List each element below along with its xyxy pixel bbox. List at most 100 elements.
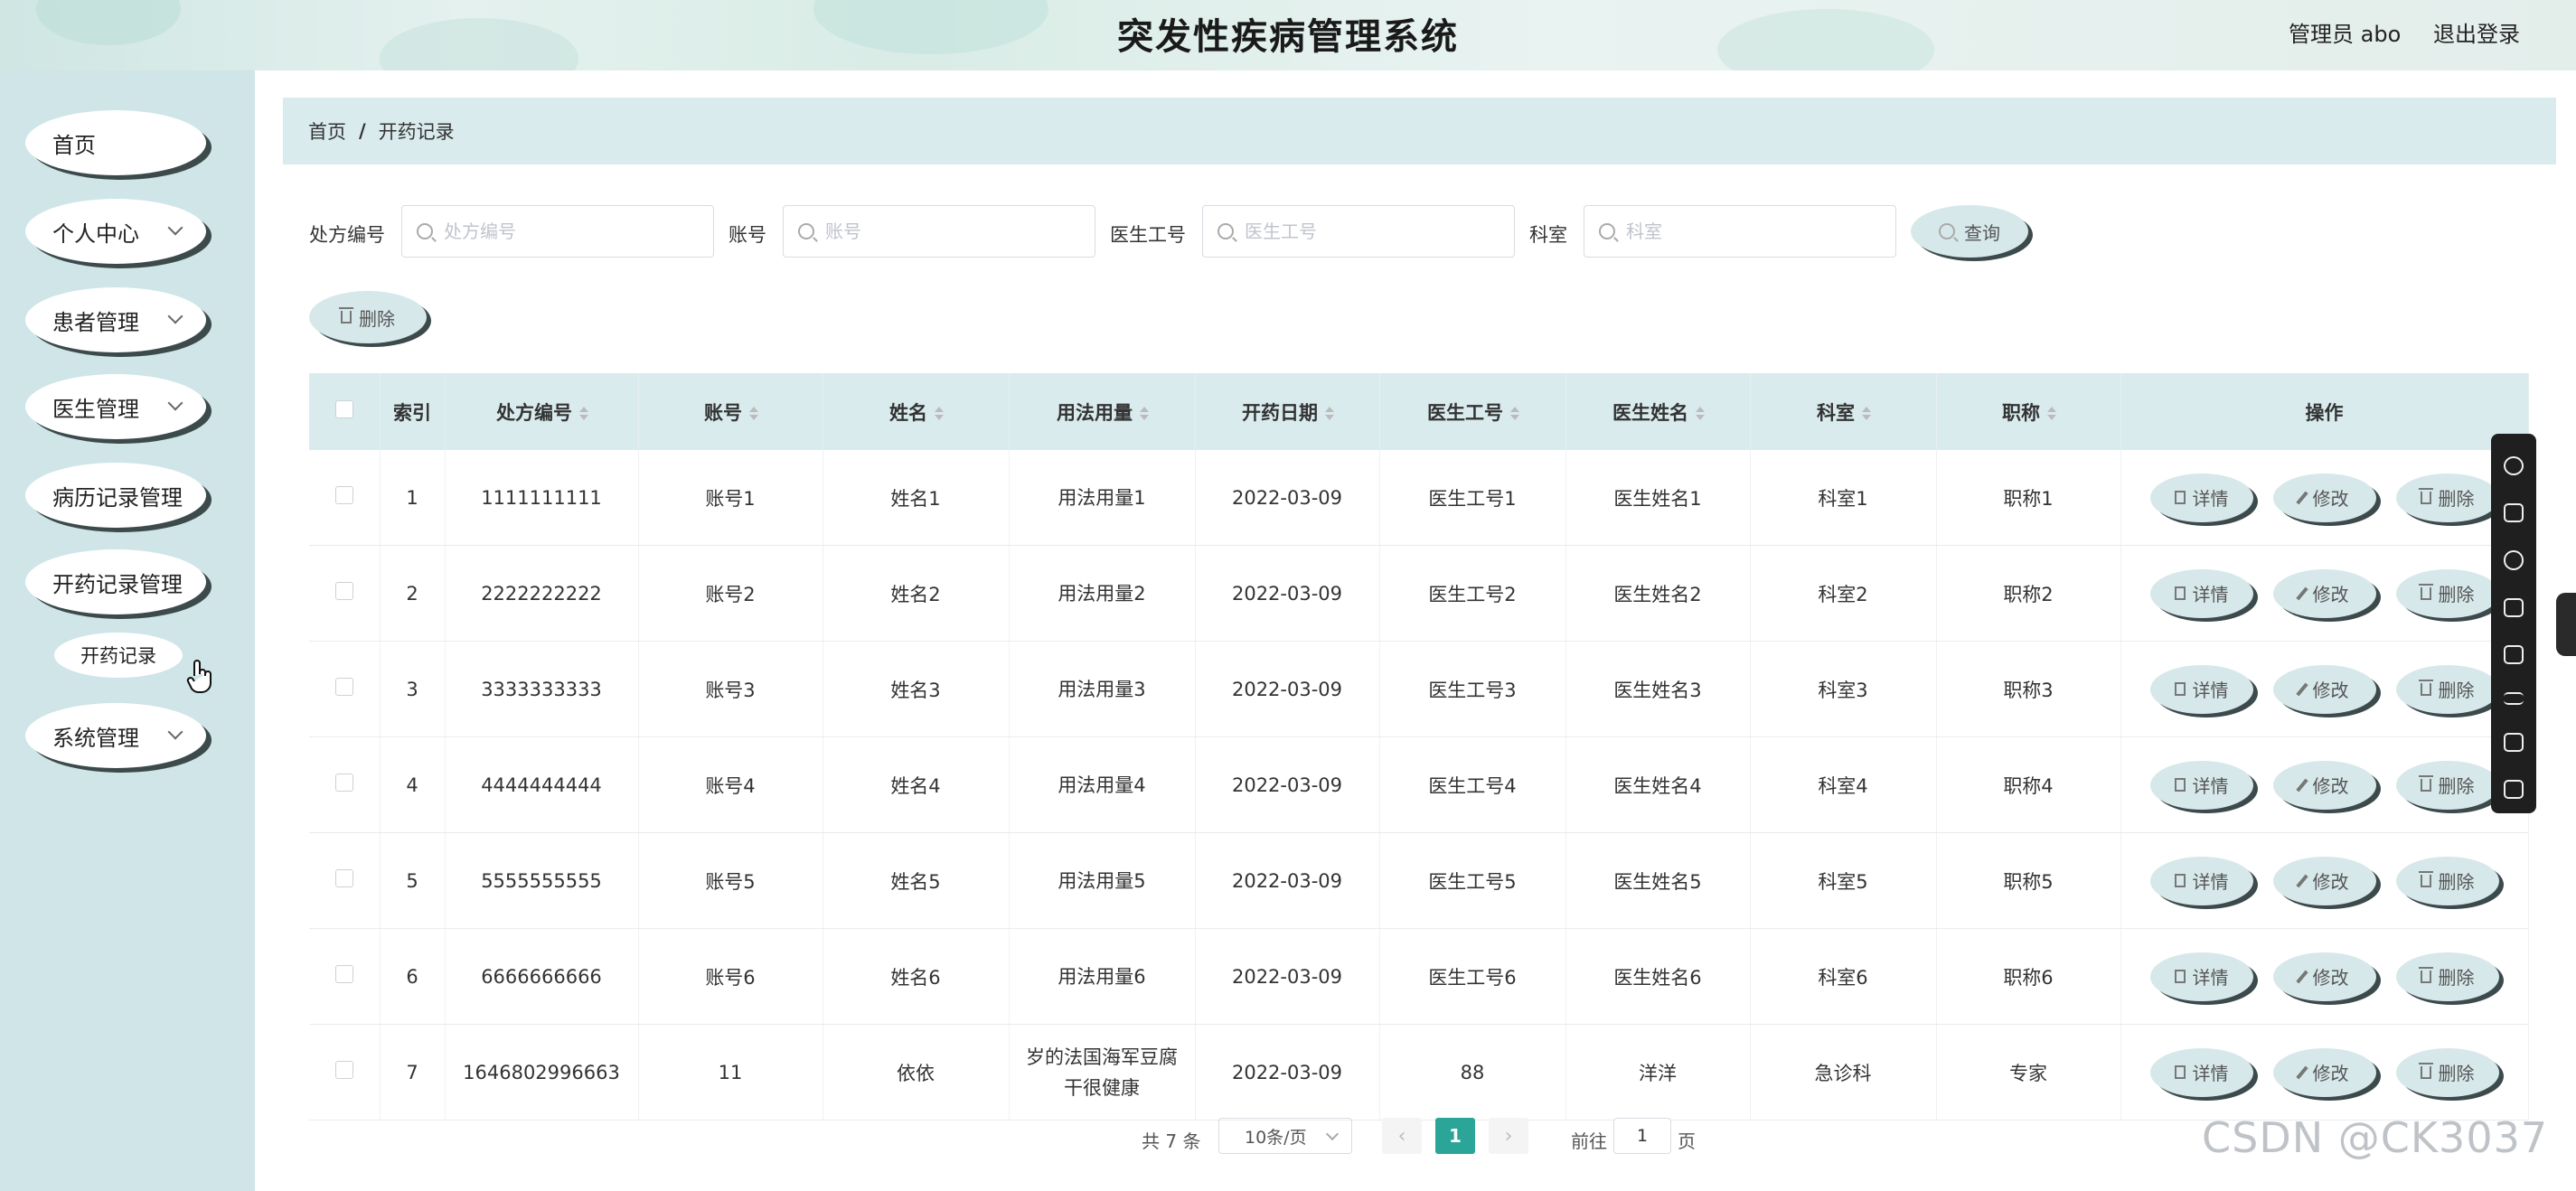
detail-button[interactable]: 详情 bbox=[2149, 473, 2253, 522]
row-checkbox[interactable] bbox=[334, 486, 353, 504]
row-select-cell[interactable] bbox=[309, 641, 381, 737]
trash-icon bbox=[339, 307, 353, 324]
table-row: 1 1111111111 账号1 姓名1 用法用量1 2022-03-09 医生工号1 医生姓… bbox=[309, 450, 2529, 546]
sort-icon[interactable] bbox=[1140, 407, 1147, 420]
search-field-department[interactable] bbox=[1584, 205, 1896, 258]
delete-button[interactable]: 删除 bbox=[2395, 952, 2499, 1001]
edit-button[interactable]: 修改 bbox=[2272, 856, 2376, 905]
row-select-cell[interactable] bbox=[309, 928, 381, 1025]
edit-button[interactable]: 修改 bbox=[2272, 568, 2376, 618]
column-header-account[interactable]: 账号 bbox=[638, 373, 823, 450]
detail-button[interactable]: 详情 bbox=[2149, 760, 2253, 810]
prescription-no-input[interactable] bbox=[442, 220, 708, 243]
page-size-select[interactable]: 10条/页 bbox=[1218, 1118, 1352, 1154]
delete-button[interactable]: 删除 bbox=[2395, 760, 2499, 810]
speed-icon[interactable] bbox=[2504, 550, 2524, 570]
detail-button[interactable]: 详情 bbox=[2149, 664, 2253, 714]
row-select-cell[interactable] bbox=[309, 545, 381, 642]
swap-icon[interactable] bbox=[2504, 692, 2524, 705]
search-field-account[interactable] bbox=[783, 205, 1095, 258]
query-button[interactable]: 查询 bbox=[1911, 205, 2028, 258]
sort-icon[interactable] bbox=[1696, 407, 1703, 420]
column-header-department[interactable]: 科室 bbox=[1750, 373, 1937, 450]
sidebar-item-patient-management[interactable]: 患者管理 bbox=[25, 287, 206, 352]
sort-icon[interactable] bbox=[1325, 407, 1332, 420]
breadcrumb-home[interactable]: 首页 bbox=[308, 117, 346, 145]
row-checkbox[interactable] bbox=[334, 965, 353, 983]
cell-account: 账号6 bbox=[638, 928, 823, 1025]
zoom-icon[interactable] bbox=[2504, 456, 2524, 476]
logout-link[interactable]: 退出登录 bbox=[2433, 16, 2520, 48]
row-checkbox[interactable] bbox=[334, 774, 353, 792]
row-select-cell[interactable] bbox=[309, 450, 381, 546]
camera-icon[interactable] bbox=[2504, 779, 2524, 799]
search-field-doctor-id[interactable] bbox=[1202, 205, 1515, 258]
department-input[interactable] bbox=[1624, 220, 1890, 243]
column-header-label: 医生姓名 bbox=[1612, 401, 1688, 424]
detail-button[interactable]: 详情 bbox=[2149, 1047, 2253, 1097]
select-all-cell[interactable] bbox=[309, 373, 381, 450]
column-header-title[interactable]: 职称 bbox=[1936, 373, 2121, 450]
sidebar-item-home[interactable]: 首页 bbox=[25, 110, 206, 175]
row-select-cell[interactable] bbox=[309, 832, 381, 929]
delete-button[interactable]: 删除 bbox=[2395, 856, 2499, 905]
delete-button[interactable]: 删除 bbox=[2395, 1047, 2499, 1097]
crop-icon[interactable] bbox=[2504, 732, 2524, 752]
delete-button[interactable]: 删除 bbox=[2395, 473, 2499, 522]
fire-icon[interactable] bbox=[2504, 503, 2524, 523]
edit-button[interactable]: 修改 bbox=[2272, 952, 2376, 1001]
next-page-button[interactable]: › bbox=[1489, 1118, 1528, 1154]
sort-icon[interactable] bbox=[1862, 407, 1869, 420]
batch-delete-button[interactable]: 删除 bbox=[309, 291, 427, 343]
column-header-date[interactable]: 开药日期 bbox=[1195, 373, 1380, 450]
sort-icon[interactable] bbox=[2047, 407, 2054, 420]
row-checkbox[interactable] bbox=[334, 869, 353, 887]
delete-button[interactable]: 删除 bbox=[2395, 664, 2499, 714]
delete-button[interactable]: 删除 bbox=[2395, 568, 2499, 618]
select-all-checkbox[interactable] bbox=[334, 400, 353, 418]
row-select-cell[interactable] bbox=[309, 1024, 381, 1121]
submenu-item-prescription-record[interactable]: 开药记录 bbox=[54, 633, 183, 678]
detail-button[interactable]: 详情 bbox=[2149, 952, 2253, 1001]
account-input[interactable] bbox=[823, 220, 1089, 243]
cell-account: 账号1 bbox=[638, 450, 823, 546]
row-checkbox[interactable] bbox=[334, 678, 353, 696]
doctor-id-input[interactable] bbox=[1243, 220, 1509, 243]
sort-icon[interactable] bbox=[579, 407, 587, 420]
chevron-down-icon bbox=[167, 724, 183, 740]
sort-icon[interactable] bbox=[749, 407, 757, 420]
column-header-dosage[interactable]: 用法用量 bbox=[1009, 373, 1196, 450]
edit-button[interactable]: 修改 bbox=[2272, 760, 2376, 810]
detail-button[interactable]: 详情 bbox=[2149, 568, 2253, 618]
goto-page-input[interactable] bbox=[1613, 1118, 1671, 1154]
column-header-name[interactable]: 姓名 bbox=[823, 373, 1010, 450]
search-field-prescription-no[interactable] bbox=[401, 205, 714, 258]
column-header-doctor-name[interactable]: 医生姓名 bbox=[1565, 373, 1751, 450]
cell-index: 1 bbox=[380, 450, 446, 546]
sort-icon[interactable] bbox=[935, 407, 942, 420]
video-icon[interactable] bbox=[2504, 597, 2524, 617]
cell-doctor-name: 医生姓名6 bbox=[1565, 928, 1751, 1025]
column-header-prescription-no[interactable]: 处方编号 bbox=[445, 373, 639, 450]
delete-button-label: 删除 bbox=[2438, 488, 2475, 510]
sidebar-item-system-management[interactable]: 系统管理 bbox=[25, 703, 206, 768]
edit-button[interactable]: 修改 bbox=[2272, 473, 2376, 522]
play-icon[interactable] bbox=[2504, 644, 2524, 665]
page-number-current[interactable]: 1 bbox=[1435, 1118, 1475, 1154]
prev-page-button[interactable]: ‹ bbox=[1382, 1118, 1422, 1154]
sidebar-item-personal-center[interactable]: 个人中心 bbox=[25, 199, 206, 264]
edit-button[interactable]: 修改 bbox=[2272, 1047, 2376, 1097]
sidebar-item-prescription-records[interactable]: 开药记录管理 bbox=[25, 549, 206, 614]
row-checkbox[interactable] bbox=[334, 582, 353, 600]
sidebar-item-medical-records[interactable]: 病历记录管理 bbox=[25, 463, 206, 528]
row-select-cell[interactable] bbox=[309, 736, 381, 833]
edit-button-label: 修改 bbox=[2312, 775, 2349, 797]
sort-icon[interactable] bbox=[1510, 407, 1518, 420]
edit-button[interactable]: 修改 bbox=[2272, 664, 2376, 714]
table-row: 2 2222222222 账号2 姓名2 用法用量2 2022-03-09 医生工号2 医生姓… bbox=[309, 545, 2529, 642]
sidebar-item-doctor-management[interactable]: 医生管理 bbox=[25, 374, 206, 439]
row-checkbox[interactable] bbox=[334, 1061, 353, 1079]
detail-button[interactable]: 详情 bbox=[2149, 856, 2253, 905]
collapse-tab-icon[interactable] bbox=[2556, 593, 2576, 656]
column-header-doctor-id[interactable]: 医生工号 bbox=[1379, 373, 1566, 450]
